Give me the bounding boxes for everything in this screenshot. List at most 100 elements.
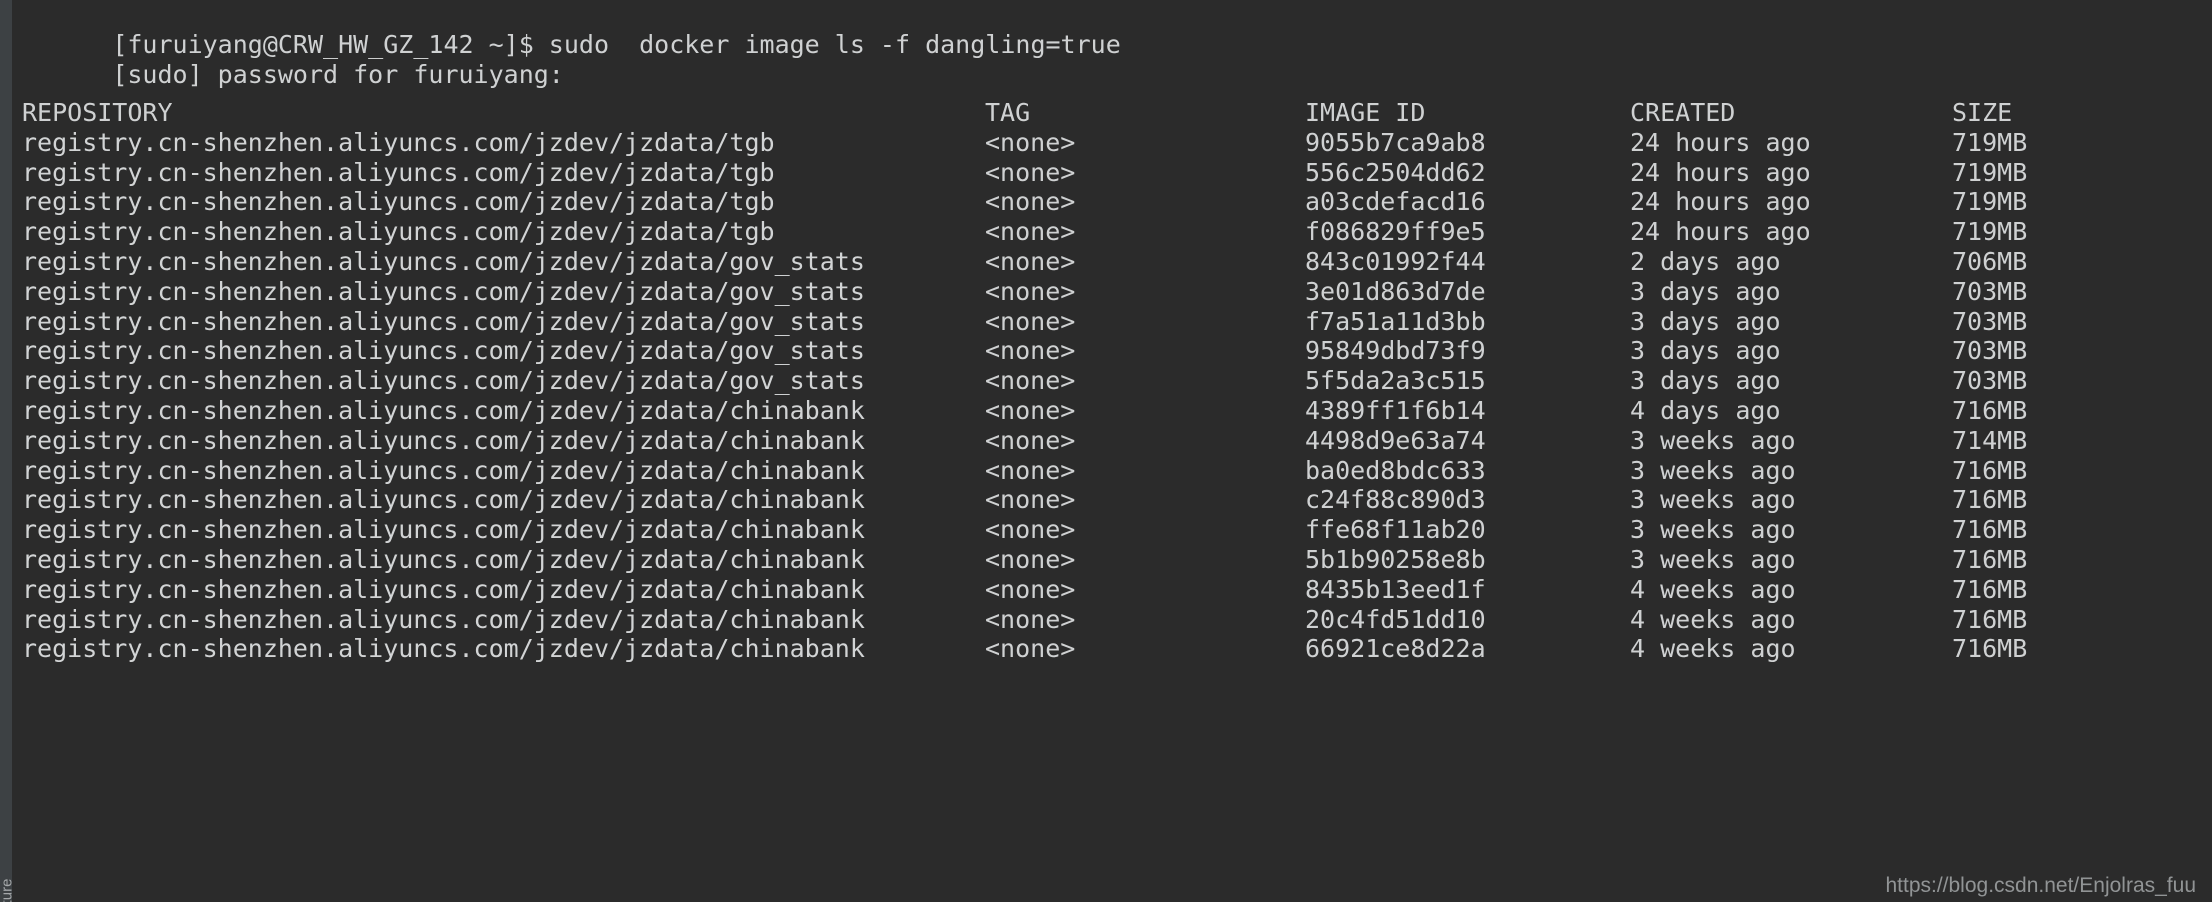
cell-created: 4 weeks ago	[1630, 634, 1796, 664]
terminal-window: ture [furuiyang@CRW_HW_GZ_142 ~]$ sudo d…	[0, 0, 2212, 902]
cell-tag: <none>	[985, 545, 1076, 574]
cell-repository: registry.cn-shenzhen.aliyuncs.com/jzdev/…	[22, 574, 865, 604]
terminal-output-area[interactable]: [furuiyang@CRW_HW_GZ_142 ~]$ sudo docker…	[12, 0, 2212, 902]
cell-size: 716MB	[1952, 604, 2028, 634]
cell-image-id: f7a51a11d3bb	[1305, 306, 1486, 336]
cell-image-id: 66921ce8d22a	[1305, 634, 1486, 664]
cell-tag: <none>	[985, 247, 1076, 276]
cell-image-id: 95849dbd73f9	[1305, 336, 1486, 366]
cell-tag: <none>	[985, 157, 1076, 187]
cell-repository: registry.cn-shenzhen.aliyuncs.com/jzdev/…	[22, 127, 775, 157]
cell-tag: <none>	[985, 217, 1076, 247]
command-prompt-line: [furuiyang@CRW_HW_GZ_142 ~]$ sudo docker…	[12, 0, 1120, 59]
cell-repository: registry.cn-shenzhen.aliyuncs.com/jzdev/…	[22, 545, 865, 574]
cell-tag: <none>	[985, 276, 1076, 306]
cell-repository: registry.cn-shenzhen.aliyuncs.com/jzdev/…	[22, 515, 865, 545]
cell-tag: <none>	[985, 396, 1076, 425]
cell-size: 716MB	[1952, 545, 2028, 574]
cell-created: 3 days ago	[1630, 276, 1781, 306]
cell-size: 716MB	[1952, 634, 2028, 664]
cell-image-id: ba0ed8bdc633	[1305, 455, 1486, 485]
cell-repository: registry.cn-shenzhen.aliyuncs.com/jzdev/…	[22, 634, 865, 664]
column-header-image-id: IMAGE ID	[1305, 98, 1426, 127]
cell-image-id: 9055b7ca9ab8	[1305, 127, 1486, 157]
cell-repository: registry.cn-shenzhen.aliyuncs.com/jzdev/…	[22, 247, 865, 276]
cell-created: 3 weeks ago	[1630, 515, 1796, 545]
cell-created: 3 weeks ago	[1630, 455, 1796, 485]
cell-image-id: ffe68f11ab20	[1305, 515, 1486, 545]
cell-size: 719MB	[1952, 157, 2028, 187]
sudo-prompt-text: [sudo] password for furuiyang:	[112, 59, 564, 89]
cell-size: 716MB	[1952, 455, 2028, 485]
cell-size: 719MB	[1952, 187, 2028, 217]
left-edge-gutter: ture	[0, 0, 16, 902]
cell-created: 24 hours ago	[1630, 157, 1811, 187]
cell-repository: registry.cn-shenzhen.aliyuncs.com/jzdev/…	[22, 336, 865, 366]
cell-created: 3 weeks ago	[1630, 425, 1796, 455]
cell-repository: registry.cn-shenzhen.aliyuncs.com/jzdev/…	[22, 396, 865, 425]
cell-size: 714MB	[1952, 425, 2028, 455]
cell-size: 719MB	[1952, 217, 2028, 247]
column-header-repository: REPOSITORY	[22, 98, 173, 127]
cell-image-id: 843c01992f44	[1305, 247, 1486, 276]
cell-repository: registry.cn-shenzhen.aliyuncs.com/jzdev/…	[22, 604, 865, 634]
cell-tag: <none>	[985, 574, 1076, 604]
cell-repository: registry.cn-shenzhen.aliyuncs.com/jzdev/…	[22, 455, 865, 485]
cell-tag: <none>	[985, 634, 1076, 664]
cell-tag: <none>	[985, 455, 1076, 485]
cell-image-id: 5f5da2a3c515	[1305, 366, 1486, 396]
cell-size: 719MB	[1952, 127, 2028, 157]
cell-tag: <none>	[985, 425, 1076, 455]
cell-image-id: a03cdefacd16	[1305, 187, 1486, 217]
cell-size: 703MB	[1952, 336, 2028, 366]
cell-created: 2 days ago	[1630, 247, 1781, 276]
cell-created: 3 days ago	[1630, 306, 1781, 336]
cell-created: 3 days ago	[1630, 366, 1781, 396]
cell-created: 3 weeks ago	[1630, 485, 1796, 515]
cell-size: 716MB	[1952, 574, 2028, 604]
cell-tag: <none>	[985, 336, 1076, 366]
cell-tag: <none>	[985, 127, 1076, 157]
cell-repository: registry.cn-shenzhen.aliyuncs.com/jzdev/…	[22, 157, 775, 187]
cell-image-id: 4498d9e63a74	[1305, 425, 1486, 455]
cell-tag: <none>	[985, 604, 1076, 634]
cell-image-id: c24f88c890d3	[1305, 485, 1486, 515]
column-header-tag: TAG	[985, 98, 1031, 127]
cell-image-id: 8435b13eed1f	[1305, 574, 1486, 604]
cell-tag: <none>	[985, 366, 1076, 396]
cell-image-id: 556c2504dd62	[1305, 157, 1486, 187]
column-header-size: SIZE	[1952, 98, 2013, 127]
cell-repository: registry.cn-shenzhen.aliyuncs.com/jzdev/…	[22, 366, 865, 396]
cell-repository: registry.cn-shenzhen.aliyuncs.com/jzdev/…	[22, 306, 865, 336]
cell-tag: <none>	[985, 515, 1076, 545]
cell-repository: registry.cn-shenzhen.aliyuncs.com/jzdev/…	[22, 485, 865, 515]
cell-image-id: f086829ff9e5	[1305, 217, 1486, 247]
cell-created: 24 hours ago	[1630, 187, 1811, 217]
cell-repository: registry.cn-shenzhen.aliyuncs.com/jzdev/…	[22, 187, 775, 217]
cell-size: 716MB	[1952, 485, 2028, 515]
cell-image-id: 3e01d863d7de	[1305, 276, 1486, 306]
column-header-created: CREATED	[1630, 98, 1736, 127]
cell-created: 4 weeks ago	[1630, 604, 1796, 634]
cell-created: 4 days ago	[1630, 396, 1781, 425]
cell-repository: registry.cn-shenzhen.aliyuncs.com/jzdev/…	[22, 217, 775, 247]
cell-size: 703MB	[1952, 276, 2028, 306]
cell-tag: <none>	[985, 306, 1076, 336]
cell-size: 703MB	[1952, 306, 2028, 336]
cell-repository: registry.cn-shenzhen.aliyuncs.com/jzdev/…	[22, 276, 865, 306]
cell-tag: <none>	[985, 485, 1076, 515]
cell-repository: registry.cn-shenzhen.aliyuncs.com/jzdev/…	[22, 425, 865, 455]
cell-created: 4 weeks ago	[1630, 574, 1796, 604]
cell-size: 706MB	[1952, 247, 2028, 276]
sudo-password-prompt-line: [sudo] password for furuiyang:	[12, 30, 564, 89]
cell-image-id: 4389ff1f6b14	[1305, 396, 1486, 425]
cell-created: 3 days ago	[1630, 336, 1781, 366]
cell-image-id: 5b1b90258e8b	[1305, 545, 1486, 574]
cell-tag: <none>	[985, 187, 1076, 217]
cell-size: 716MB	[1952, 515, 2028, 545]
cell-image-id: 20c4fd51dd10	[1305, 604, 1486, 634]
cell-size: 716MB	[1952, 396, 2028, 425]
cell-created: 24 hours ago	[1630, 127, 1811, 157]
cell-created: 24 hours ago	[1630, 217, 1811, 247]
cell-created: 3 weeks ago	[1630, 545, 1796, 574]
